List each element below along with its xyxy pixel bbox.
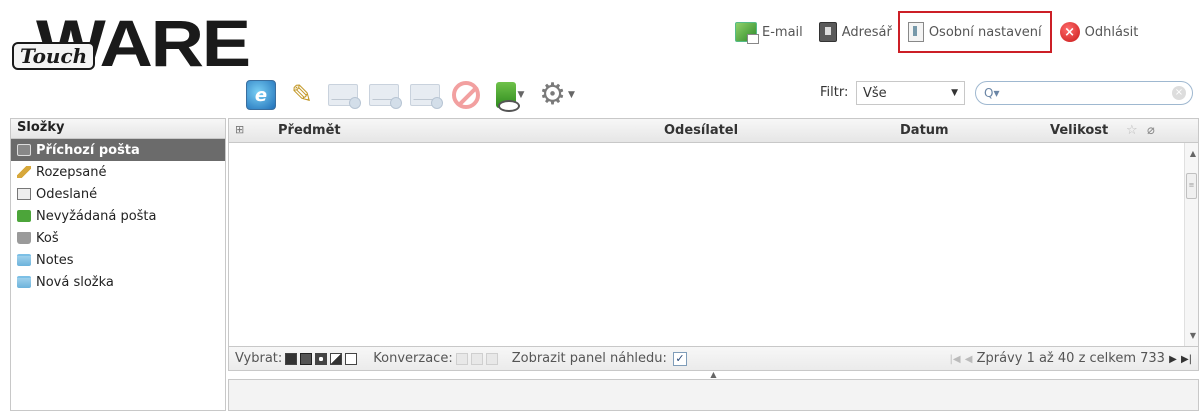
folder-trash[interactable]: Koš	[11, 227, 225, 249]
personal-settings-link[interactable]: Osobní nastavení	[897, 11, 1052, 53]
conversation-label: Konverzace:	[373, 351, 453, 366]
scroll-up-icon[interactable]: ▲	[1190, 149, 1196, 158]
logout-icon: ×	[1059, 22, 1080, 42]
refresh-icon[interactable]	[246, 80, 276, 110]
forward-icon	[410, 84, 443, 109]
sort-button[interactable]: ▼	[492, 80, 528, 112]
top-links: E-mail Adresář Osobní nastavení × Odhlás…	[735, 11, 1139, 53]
message-list-header: ⊞ Předmět Odesílatel Datum Velikost ☆ ⌀	[229, 119, 1198, 143]
message-list-footer: Vybrat: Konverzace: Zobrazit panel náhle…	[229, 346, 1198, 370]
logout-link-label: Odhlásit	[1084, 24, 1139, 40]
folder-icon	[17, 254, 31, 266]
folder-new[interactable]: Nová složka	[11, 271, 225, 293]
folder-label: Nová složka	[36, 274, 114, 290]
forward-button[interactable]	[410, 80, 443, 110]
message-list-scrollbar[interactable]: ▲ ≡ ▼	[1184, 143, 1198, 346]
reply-icon	[328, 84, 361, 109]
select-label: Vybrat:	[235, 351, 283, 366]
select-unread-icon[interactable]	[315, 352, 328, 365]
logout-link[interactable]: × Odhlásit	[1059, 22, 1139, 42]
last-page-icon[interactable]: ▶|	[1181, 354, 1192, 365]
addressbook-link-label: Adresář	[841, 24, 892, 40]
prev-page-icon[interactable]: ◀	[965, 354, 973, 365]
folder-sent[interactable]: Odeslané	[11, 183, 225, 205]
email-link-label: E-mail	[762, 24, 803, 40]
block-icon	[452, 81, 480, 109]
chevron-down-icon: ▼	[517, 90, 525, 100]
folder-label: Notes	[36, 252, 74, 268]
chevron-down-icon: ▼	[951, 88, 958, 98]
column-date[interactable]: Datum	[900, 123, 949, 138]
star-icon[interactable]: ☆	[1126, 123, 1138, 138]
first-page-icon[interactable]: |◀	[950, 354, 961, 365]
folder-icon	[17, 276, 31, 288]
preview-label: Zobrazit panel náhledu:	[511, 351, 667, 366]
search-input[interactable]: Q▾ ×	[975, 81, 1193, 105]
expand-conversation-icon[interactable]	[455, 352, 468, 365]
filter-value: Vše	[863, 85, 887, 101]
folder-label: Příchozí pošta	[36, 142, 140, 158]
email-link[interactable]: E-mail	[735, 22, 803, 44]
folder-label: Nevyžádaná pošta	[36, 208, 157, 224]
personal-settings-label: Osobní nastavení	[928, 24, 1042, 40]
select-read-icon[interactable]	[300, 352, 313, 365]
compose-icon[interactable]: ✎	[287, 80, 317, 110]
preview-pane	[228, 379, 1199, 411]
pager: |◀ ◀ Zprávy 1 až 40 z celkem 733 ▶ ▶|	[950, 351, 1192, 366]
trash-icon	[17, 232, 31, 244]
search-icon: Q▾	[984, 86, 1000, 100]
folder-junk[interactable]: Nevyžádaná pošta	[11, 205, 225, 227]
collapse-conversation-icon[interactable]	[470, 352, 483, 365]
logo-touch-text: Touch	[12, 42, 96, 70]
reply-all-button[interactable]	[369, 80, 402, 110]
scroll-down-icon[interactable]: ▼	[1190, 331, 1196, 340]
delete-button[interactable]	[451, 80, 481, 110]
sent-icon	[17, 188, 31, 200]
filter-label: Filtr:	[820, 85, 849, 100]
column-sender[interactable]: Odesílatel	[664, 123, 738, 138]
conversation-mode-icon[interactable]	[485, 352, 498, 365]
column-subject[interactable]: Předmět	[278, 123, 341, 138]
options-button[interactable]: ⚙ ▼	[539, 80, 575, 110]
preview-splitter[interactable]: ▲	[228, 371, 1199, 379]
reply-button[interactable]	[328, 80, 361, 110]
column-picker-icon[interactable]: ⊞	[235, 123, 244, 136]
junk-icon	[17, 210, 31, 222]
folder-inbox[interactable]: Příchozí pošta	[11, 139, 225, 161]
folder-label: Rozepsané	[36, 164, 107, 180]
folder-label: Koš	[36, 230, 59, 246]
scroll-thumb[interactable]: ≡	[1186, 173, 1197, 199]
next-page-icon[interactable]: ▶	[1169, 354, 1177, 365]
mail-toolbar: ✎ ▼ ⚙ ▼	[246, 77, 586, 113]
attachment-icon[interactable]: ⌀	[1147, 123, 1155, 138]
settings-icon	[907, 22, 924, 42]
folder-drafts[interactable]: Rozepsané	[11, 161, 225, 183]
folder-pane: Složky Příchozí pošta Rozepsané Odeslané…	[10, 118, 226, 411]
clear-icon[interactable]: ×	[1172, 86, 1186, 100]
inbox-icon	[17, 144, 31, 156]
email-icon	[735, 22, 759, 44]
touchware-logo: WARE Touch	[12, 10, 251, 82]
column-size[interactable]: Velikost	[1050, 123, 1108, 138]
reply-all-icon	[369, 84, 402, 109]
addressbook-link[interactable]: Adresář	[818, 22, 892, 42]
gear-icon: ⚙	[539, 77, 566, 112]
select-none-icon[interactable]	[345, 352, 358, 365]
folder-notes[interactable]: Notes	[11, 249, 225, 271]
sort-icon	[495, 82, 520, 112]
pager-text: Zprávy 1 až 40 z celkem 733	[976, 351, 1165, 366]
preview-checkbox[interactable]: ✓	[672, 351, 687, 366]
select-invert-icon[interactable]	[330, 352, 343, 365]
select-all-icon[interactable]	[285, 352, 298, 365]
folders-header: Složky	[11, 119, 225, 139]
folder-label: Odeslané	[36, 186, 98, 202]
addressbook-icon	[818, 22, 837, 42]
chevron-down-icon: ▼	[567, 90, 575, 100]
filter-select[interactable]: Vše ▼	[856, 81, 965, 105]
message-list: ⊞ Předmět Odesílatel Datum Velikost ☆ ⌀ …	[228, 118, 1199, 371]
pencil-icon	[17, 166, 31, 178]
